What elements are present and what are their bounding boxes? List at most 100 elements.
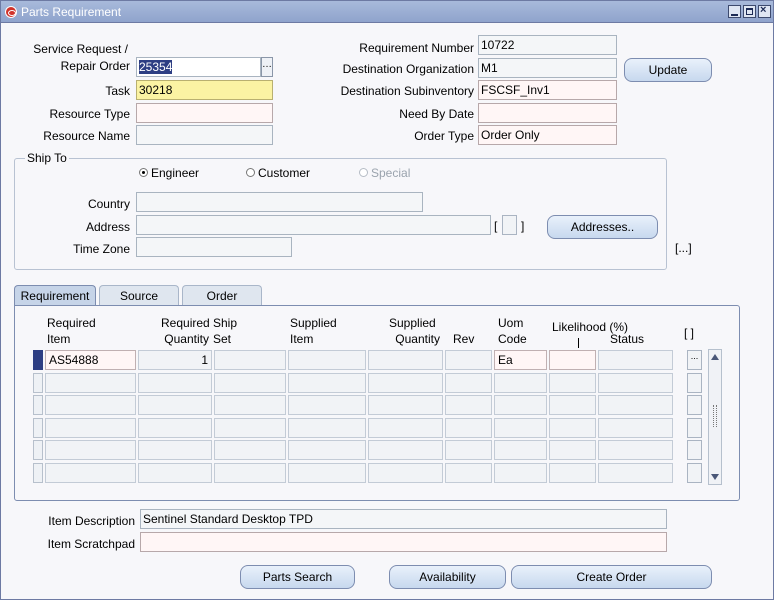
table-scrollbar[interactable] bbox=[708, 349, 722, 485]
required-quantity-cell[interactable] bbox=[138, 417, 212, 438]
rev-cell[interactable] bbox=[445, 462, 492, 483]
tab-requirement[interactable]: Requirement bbox=[14, 285, 96, 306]
country-field[interactable] bbox=[136, 192, 423, 212]
row-indicator[interactable] bbox=[33, 350, 43, 370]
supplied-quantity-cell[interactable] bbox=[368, 417, 443, 438]
rev-cell[interactable] bbox=[445, 350, 492, 370]
uom-code-cell[interactable] bbox=[494, 417, 547, 438]
row-flexfield-button[interactable] bbox=[687, 372, 702, 393]
required-item-cell[interactable] bbox=[45, 417, 136, 438]
row-indicator[interactable] bbox=[33, 372, 43, 393]
supplied-item-cell[interactable] bbox=[288, 462, 366, 483]
radio-engineer[interactable]: Engineer bbox=[139, 166, 199, 180]
row-flexfield-button[interactable] bbox=[687, 462, 702, 483]
tab-source[interactable]: Source bbox=[99, 285, 179, 306]
row-indicator[interactable] bbox=[33, 417, 43, 438]
row-flexfield-button[interactable] bbox=[687, 395, 702, 415]
row-indicator[interactable] bbox=[33, 395, 43, 415]
supplied-item-cell[interactable] bbox=[288, 440, 366, 460]
radio-customer[interactable]: Customer bbox=[246, 166, 310, 180]
supplied-item-cell[interactable] bbox=[288, 395, 366, 415]
required-quantity-cell[interactable] bbox=[138, 462, 212, 483]
required-quantity-cell[interactable]: 1 bbox=[138, 350, 212, 370]
required-quantity-cell[interactable] bbox=[138, 440, 212, 460]
likelihood-cell[interactable] bbox=[549, 350, 596, 370]
ship-set-cell[interactable] bbox=[214, 440, 286, 460]
item-description-field[interactable]: Sentinel Standard Desktop TPD bbox=[140, 509, 667, 529]
destination-subinventory-field[interactable]: FSCSF_Inv1 bbox=[478, 80, 617, 100]
requirement-number-field[interactable]: 10722 bbox=[478, 35, 617, 55]
time-zone-field[interactable] bbox=[136, 237, 292, 257]
resource-type-field[interactable] bbox=[136, 103, 273, 123]
supplied-item-cell[interactable] bbox=[288, 372, 366, 393]
row-indicator[interactable] bbox=[33, 440, 43, 460]
supplied-item-cell[interactable] bbox=[288, 417, 366, 438]
uom-code-cell[interactable]: Ea bbox=[494, 350, 547, 370]
status-cell[interactable] bbox=[598, 395, 673, 415]
likelihood-cell[interactable] bbox=[549, 440, 596, 460]
address-field[interactable] bbox=[136, 215, 491, 235]
likelihood-cell[interactable] bbox=[549, 372, 596, 393]
supplied-quantity-cell[interactable] bbox=[368, 440, 443, 460]
uom-code-cell[interactable] bbox=[494, 440, 547, 460]
supplied-quantity-cell[interactable] bbox=[368, 395, 443, 415]
row-flexfield-button[interactable] bbox=[687, 417, 702, 438]
order-type-field[interactable]: Order Only bbox=[478, 125, 617, 145]
required-quantity-cell[interactable] bbox=[138, 372, 212, 393]
supplied-quantity-cell[interactable] bbox=[368, 372, 443, 393]
status-cell[interactable] bbox=[598, 350, 673, 370]
service-request-field[interactable]: 25354 bbox=[136, 57, 261, 77]
uom-code-cell[interactable] bbox=[494, 462, 547, 483]
task-field[interactable]: 30218 bbox=[136, 80, 273, 100]
scroll-down-icon[interactable] bbox=[711, 474, 719, 480]
ship-set-cell[interactable] bbox=[214, 462, 286, 483]
uom-code-cell[interactable] bbox=[494, 372, 547, 393]
radio-special[interactable]: Special bbox=[359, 166, 410, 180]
status-cell[interactable] bbox=[598, 440, 673, 460]
parts-search-button[interactable]: Parts Search bbox=[240, 565, 355, 589]
update-button[interactable]: Update bbox=[624, 58, 712, 82]
likelihood-cell[interactable] bbox=[549, 395, 596, 415]
required-item-cell[interactable] bbox=[45, 372, 136, 393]
availability-button[interactable]: Availability bbox=[389, 565, 506, 589]
close-icon[interactable]: × bbox=[758, 4, 771, 18]
required-item-cell[interactable]: AS54888 bbox=[45, 350, 136, 370]
service-request-lov-button[interactable]: … bbox=[261, 57, 273, 77]
need-by-date-field[interactable] bbox=[478, 103, 617, 123]
minimize-icon[interactable] bbox=[728, 5, 741, 18]
supplied-quantity-cell[interactable] bbox=[368, 462, 443, 483]
ship-set-cell[interactable] bbox=[214, 417, 286, 438]
descriptive-flexfield-button[interactable]: [...] bbox=[675, 241, 692, 255]
likelihood-cell[interactable] bbox=[549, 462, 596, 483]
create-order-button[interactable]: Create Order bbox=[511, 565, 712, 589]
scroll-thumb[interactable] bbox=[713, 405, 717, 427]
rev-cell[interactable] bbox=[445, 417, 492, 438]
tab-order[interactable]: Order bbox=[182, 285, 262, 306]
status-cell[interactable] bbox=[598, 462, 673, 483]
destination-organization-field[interactable]: M1 bbox=[478, 58, 617, 78]
required-quantity-cell[interactable] bbox=[138, 395, 212, 415]
required-item-cell[interactable] bbox=[45, 395, 136, 415]
ship-set-cell[interactable] bbox=[214, 350, 286, 370]
uom-code-cell[interactable] bbox=[494, 395, 547, 415]
address-flex-field[interactable] bbox=[502, 215, 517, 235]
row-flexfield-button[interactable] bbox=[687, 440, 702, 460]
item-scratchpad-field[interactable] bbox=[140, 532, 667, 552]
maximize-icon[interactable] bbox=[743, 5, 756, 18]
ship-set-cell[interactable] bbox=[214, 372, 286, 393]
row-flexfield-button[interactable]: ... bbox=[687, 350, 702, 370]
addresses-button[interactable]: Addresses.. bbox=[547, 215, 658, 239]
scroll-up-icon[interactable] bbox=[711, 354, 719, 360]
required-item-cell[interactable] bbox=[45, 440, 136, 460]
resource-name-field[interactable] bbox=[136, 125, 273, 145]
supplied-quantity-cell[interactable] bbox=[368, 350, 443, 370]
likelihood-cell[interactable] bbox=[549, 417, 596, 438]
rev-cell[interactable] bbox=[445, 372, 492, 393]
rev-cell[interactable] bbox=[445, 395, 492, 415]
required-item-cell[interactable] bbox=[45, 462, 136, 483]
ship-set-cell[interactable] bbox=[214, 395, 286, 415]
supplied-item-cell[interactable] bbox=[288, 350, 366, 370]
row-indicator[interactable] bbox=[33, 462, 43, 483]
rev-cell[interactable] bbox=[445, 440, 492, 460]
status-cell[interactable] bbox=[598, 372, 673, 393]
